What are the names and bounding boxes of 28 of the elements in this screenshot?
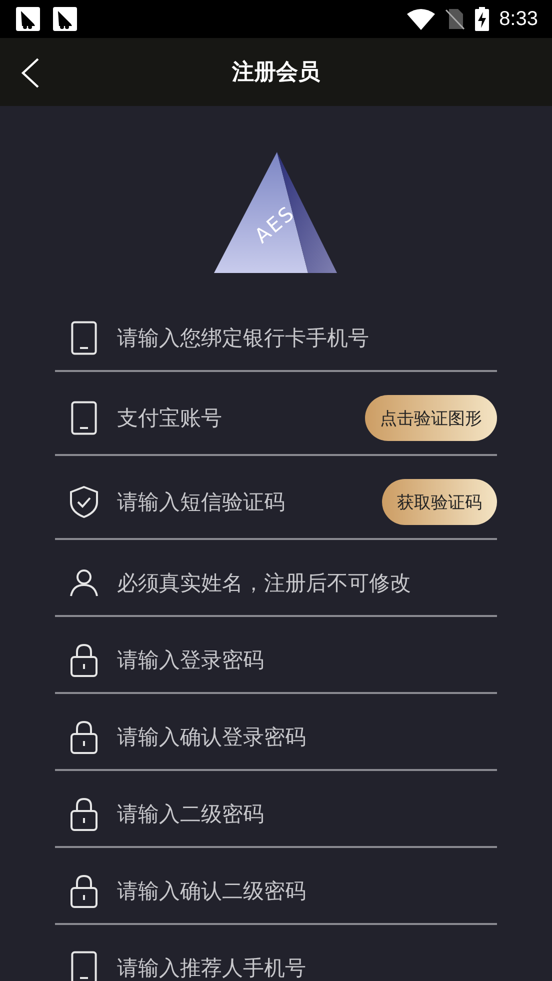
wifi-icon: [407, 8, 436, 30]
lock-icon: [70, 796, 98, 830]
verify-button[interactable]: 获取验证码: [382, 479, 497, 525]
no-sim-icon: [445, 8, 466, 30]
page-title: 注册会员: [232, 59, 320, 87]
verify-button[interactable]: 点击验证图形: [365, 395, 497, 441]
back-button[interactable]: [20, 58, 40, 88]
notification-icon: [16, 7, 40, 31]
input-field[interactable]: 请输入推荐人手机号: [117, 956, 497, 980]
lock-icon: [70, 874, 98, 908]
input-field[interactable]: 请输入二级密码: [117, 802, 497, 826]
input-field[interactable]: 请输入确认二级密码: [117, 878, 497, 902]
input-field[interactable]: 必须真实姓名，注册后不可修改: [117, 570, 497, 594]
shield-check-icon: [70, 486, 98, 518]
input-field[interactable]: 请输入登录密码: [117, 648, 497, 672]
input-field[interactable]: 请输入短信验证码: [117, 490, 364, 514]
status-time: 8:33: [499, 8, 538, 30]
input-field[interactable]: 支付宝账号: [117, 406, 347, 430]
input-field[interactable]: 请输入确认登录密码: [117, 724, 497, 748]
battery-icon: [475, 7, 490, 31]
input-field[interactable]: 请输入您绑定银行卡手机号: [117, 326, 497, 350]
lock-icon: [70, 642, 98, 676]
lock-icon: [70, 720, 98, 754]
phone-icon: [71, 401, 97, 435]
phone-icon: [71, 950, 97, 981]
notification-icon: [53, 7, 77, 31]
person-icon: [70, 568, 98, 596]
phone-icon: [71, 320, 97, 354]
